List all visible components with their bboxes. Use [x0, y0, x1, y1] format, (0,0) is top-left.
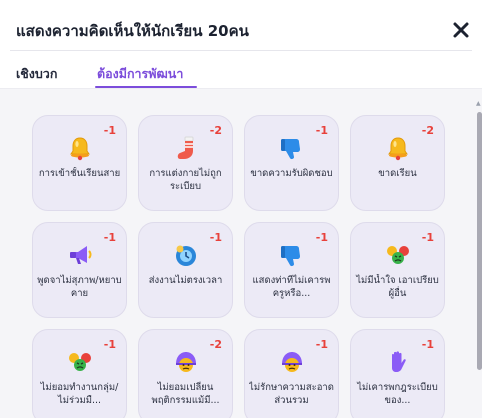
bell-icon: [66, 134, 94, 162]
behavior-card[interactable]: -1 ขาดความรับผิดชอบ: [244, 115, 339, 211]
behavior-card[interactable]: -1 พูดจาไม่สุภาพ/หยาบคาย: [32, 222, 127, 318]
behavior-card-label: ขาดความรับผิดชอบ: [250, 168, 333, 179]
behavior-card[interactable]: -2 ไม่ยอมเปลี่ยนพฤติกรรมแม้มี...: [138, 329, 233, 418]
tab-positive[interactable]: เชิงบวก: [16, 64, 57, 84]
behavior-card[interactable]: -1 ไม่มีน้ำใจ เอาเปรียบผู้อื่น: [350, 222, 445, 318]
behavior-card[interactable]: -2 การแต่งกายไม่ถูกระเบียบ: [138, 115, 233, 211]
thumbs-down-icon: [278, 241, 306, 269]
points-badge: -1: [315, 338, 328, 351]
scroll-up-icon[interactable]: ▲: [476, 100, 481, 107]
behavior-card-label: ส่งงานไม่ตรงเวลา: [148, 275, 223, 286]
close-icon: [453, 22, 469, 38]
thumbs-down-icon: [278, 134, 306, 162]
megaphone-icon: [66, 241, 94, 269]
scrollbar-thumb[interactable]: [477, 112, 482, 370]
behavior-card[interactable]: -1 ไม่รักษาความสะอาดส่วนรวม: [244, 329, 339, 418]
clock-face-icon: [172, 241, 200, 269]
stop-hand-icon: [384, 348, 412, 376]
behavior-card-label: ไม่ยอมทำงานกลุ่ม/ไม่ร่วมมื...: [40, 382, 119, 406]
points-badge: -1: [103, 231, 116, 244]
close-button[interactable]: [449, 18, 473, 42]
behavior-card[interactable]: -1 ไม่เคารพกฎระเบียบของ...: [350, 329, 445, 418]
tab-bar: เชิงบวก ต้องมีการพัฒนา: [0, 56, 482, 88]
feedback-modal: แสดงความคิดเห็นให้นักเรียน 20คน เชิงบวก …: [0, 0, 482, 418]
sock-icon: [172, 134, 200, 162]
behavior-grid: -1 การเข้าชั้นเรียนสาย -2 การแต่งกายไม่ถูกร…: [0, 89, 482, 418]
behavior-card[interactable]: -1 ส่งงานไม่ตรงเวลา: [138, 222, 233, 318]
behavior-card-label: การเข้าชั้นเรียนสาย: [38, 168, 121, 179]
helmet-face-icon: [278, 348, 306, 376]
points-badge: -1: [315, 124, 328, 137]
modal-title: แสดงความคิดเห็นให้นักเรียน 20คน: [16, 22, 249, 40]
behavior-card[interactable]: -1 แสดงท่าทีไม่เคารพครูหรือ...: [244, 222, 339, 318]
behavior-card[interactable]: -2 ขาดเรียน: [350, 115, 445, 211]
behavior-card-label: การแต่งกายไม่ถูกระเบียบ: [149, 168, 222, 192]
points-badge: -1: [421, 231, 434, 244]
behavior-card-label: ไม่มีน้ำใจ เอาเปรียบผู้อื่น: [356, 275, 439, 299]
behavior-card-label: ไม่ยอมเปลี่ยนพฤติกรรมแม้มี...: [151, 382, 220, 406]
points-badge: -2: [209, 124, 222, 137]
behavior-card[interactable]: -1 ไม่ยอมทำงานกลุ่ม/ไม่ร่วมมื...: [32, 329, 127, 418]
behavior-card-label: พูดจาไม่สุภาพ/หยาบคาย: [37, 275, 122, 299]
angry-group-icon: [66, 348, 94, 376]
header-divider: [10, 50, 472, 51]
points-badge: -1: [315, 231, 328, 244]
helmet-face-icon: [172, 348, 200, 376]
behavior-card-label: ขาดเรียน: [378, 168, 417, 179]
behavior-card-label: ไม่เคารพกฎระเบียบของ...: [357, 382, 438, 406]
modal-header: แสดงความคิดเห็นให้นักเรียน 20คน: [0, 0, 482, 62]
behavior-card-label: ไม่รักษาความสะอาดส่วนรวม: [249, 382, 334, 406]
points-badge: -1: [103, 124, 116, 137]
points-badge: -1: [421, 338, 434, 351]
points-badge: -2: [209, 338, 222, 351]
angry-group-icon: [384, 241, 412, 269]
points-badge: -1: [209, 231, 222, 244]
points-badge: -1: [103, 338, 116, 351]
behavior-card[interactable]: -1 การเข้าชั้นเรียนสาย: [32, 115, 127, 211]
bell-icon: [384, 134, 412, 162]
points-badge: -2: [421, 124, 434, 137]
behavior-card-label: แสดงท่าทีไม่เคารพครูหรือ...: [252, 275, 331, 299]
tab-needs-improvement[interactable]: ต้องมีการพัฒนา: [97, 64, 183, 84]
